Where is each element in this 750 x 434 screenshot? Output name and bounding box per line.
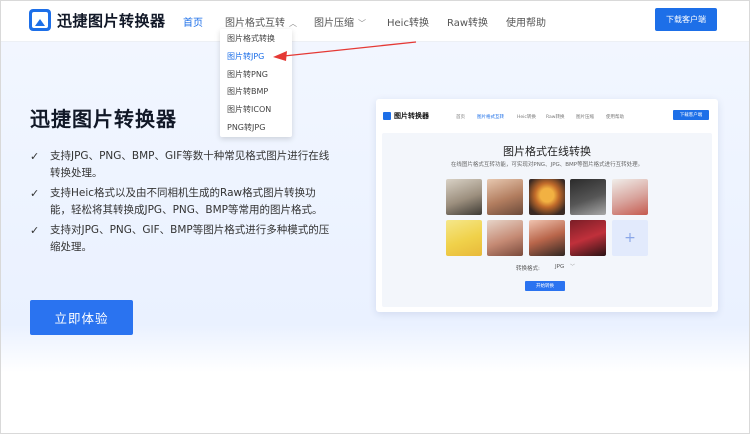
sample-photo xyxy=(612,179,648,215)
preview-format-value: JPG xyxy=(555,264,565,270)
sample-photo xyxy=(529,179,565,215)
sample-photo xyxy=(446,179,482,215)
preview-nav-item: 首页 xyxy=(456,115,465,120)
app-preview-screenshot: 图片转换器 首页 图片格式互转 Heic转换 Raw转换 图片压缩 使用帮助 下… xyxy=(376,99,718,312)
feature-item: ✓ 支持对JPG、PNG、GIF、BMP等图片格式进行多种模式的压缩处理。 xyxy=(30,222,335,256)
sample-photo xyxy=(570,220,606,256)
sample-photo xyxy=(446,220,482,256)
preview-nav-item: 图片压缩 xyxy=(576,115,594,120)
sample-photo xyxy=(487,220,523,256)
add-image-icon: + xyxy=(612,220,648,256)
preview-nav-item: 使用帮助 xyxy=(606,115,624,120)
feature-text: 支持JPG、PNG、BMP、GIF等数十种常见格式图片进行在线转换处理。 xyxy=(50,150,330,179)
preview-download-button: 下载客户端 xyxy=(673,110,709,120)
preview-logo: 图片转换器 xyxy=(383,111,429,121)
feature-item: ✓ 支持JPG、PNG、BMP、GIF等数十种常见格式图片进行在线转换处理。 xyxy=(30,148,335,182)
check-icon: ✓ xyxy=(30,224,40,237)
chevron-down-icon: ﹀ xyxy=(570,264,576,270)
preview-logo-text: 图片转换器 xyxy=(394,112,429,120)
sample-photo xyxy=(570,179,606,215)
check-icon: ✓ xyxy=(30,187,40,200)
feature-item: ✓ 支持Heic格式以及由不同相机生成的Raw格式图片转换功能，轻松将其转换成J… xyxy=(30,185,335,219)
preview-nav-item: 图片格式互转 xyxy=(477,115,504,120)
image-icon xyxy=(383,112,391,120)
feature-text: 支持Heic格式以及由不同相机生成的Raw格式图片转换功能，轻松将其转换成JPG… xyxy=(50,187,323,216)
hero-title: 迅捷图片转换器 xyxy=(30,107,177,131)
feature-text: 支持对JPG、PNG、GIF、BMP等图片格式进行多种模式的压缩处理。 xyxy=(50,224,330,253)
preview-format-label: 转换格式: xyxy=(516,266,540,272)
try-now-button[interactable]: 立即体验 xyxy=(30,300,133,335)
sample-photo xyxy=(529,220,565,256)
preview-nav-item: Raw转换 xyxy=(546,115,565,120)
check-icon: ✓ xyxy=(30,150,40,163)
preview-nav: 图片转换器 首页 图片格式互转 Heic转换 Raw转换 图片压缩 使用帮助 下… xyxy=(376,99,718,133)
preview-body: 图片格式在线转换 在线图片格式互转功能，可实现对PNG、JPG、BMP等图片格式… xyxy=(382,133,712,307)
sample-photo xyxy=(487,179,523,215)
preview-title: 图片格式在线转换 xyxy=(503,145,591,158)
page: 迅捷图片转换器 首页 图片格式互转 ︿ 图片压缩 ﹀ Heic转换 Raw转换 使用… xyxy=(0,0,750,434)
preview-nav-item: Heic转换 xyxy=(517,115,536,120)
preview-start-button: 开始转换 xyxy=(525,281,565,291)
preview-subtitle: 在线图片格式互转功能，可实现对PNG、JPG、BMP等图片格式进行互转处理。 xyxy=(450,162,644,168)
